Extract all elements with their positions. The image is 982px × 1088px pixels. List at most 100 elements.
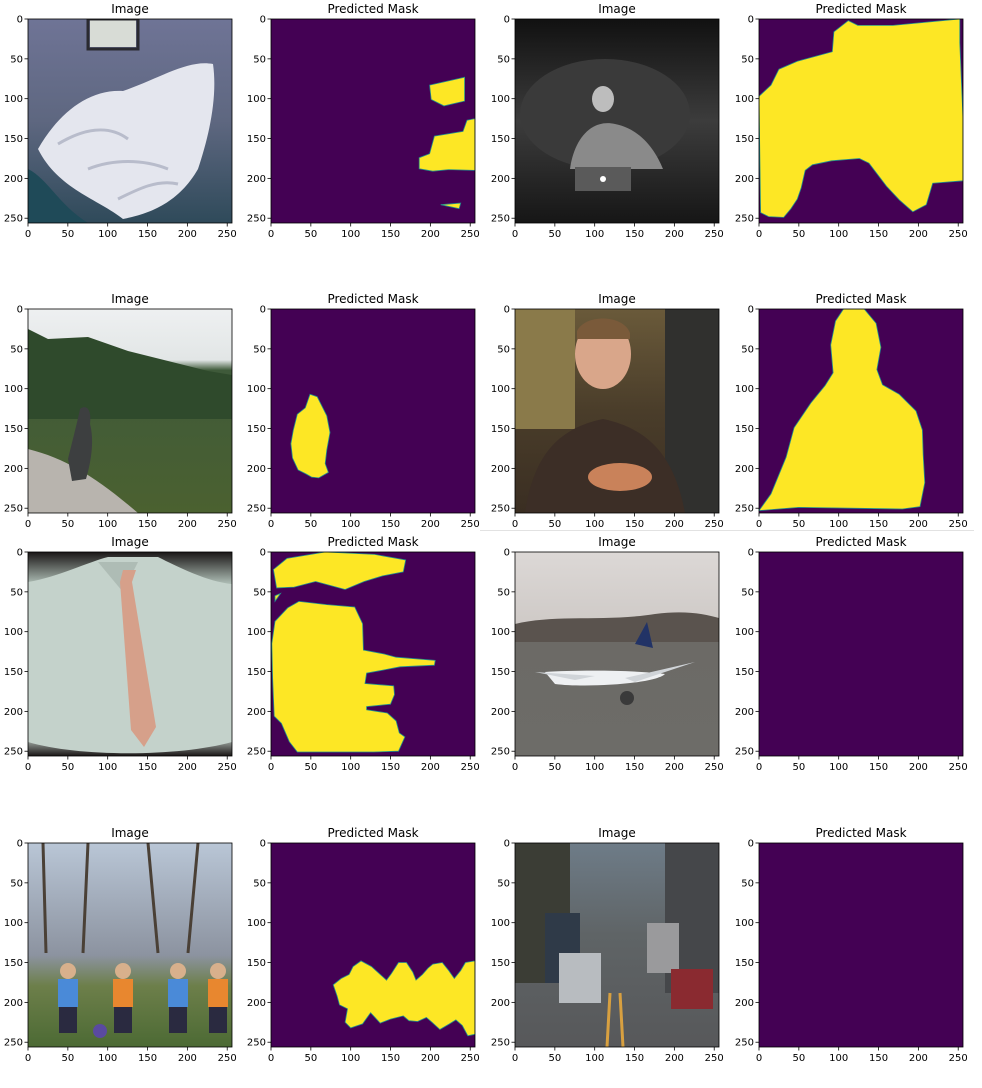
- y-tick-label: 0: [17, 15, 23, 26]
- x-tick-label: 250: [949, 519, 968, 530]
- y-tick-label: 150: [735, 424, 754, 435]
- mask-heatmap: [271, 552, 475, 756]
- x-tick-label: 100: [829, 1053, 848, 1064]
- mask-panel-8: Predicted Mask0 50 100 150 200 25005010015020…: [735, 292, 968, 530]
- y-tick-label: 100: [4, 627, 23, 638]
- mask-panel-12: Predicted Mask0 50 100 150 200 25005010015020…: [735, 535, 968, 773]
- x-tick-label: 50: [304, 1053, 317, 1064]
- x-tick-label: 50: [304, 519, 317, 530]
- y-tick-label: 0: [260, 839, 266, 850]
- x-tick-label: 150: [381, 762, 400, 773]
- x-tick-label: 250: [949, 1053, 968, 1064]
- x-tick-label: 50: [61, 229, 74, 240]
- x-tick-label: 0: [25, 1053, 31, 1064]
- panel-title: Predicted Mask: [815, 2, 906, 16]
- y-tick-label: 200: [247, 998, 266, 1009]
- x-tick-label: 250: [705, 762, 724, 773]
- y-tick-label: 250: [4, 214, 23, 225]
- y-tick-label: 250: [4, 504, 23, 515]
- x-tick-label: 150: [138, 519, 157, 530]
- y-tick-label: 150: [247, 958, 266, 969]
- mask-heatmap: [271, 843, 475, 1047]
- figure-separator-line: [480, 530, 974, 531]
- x-tick-label: 50: [548, 229, 561, 240]
- x-tick-label: 150: [869, 762, 888, 773]
- y-tick-label: 0: [260, 305, 266, 316]
- y-tick-label: 50: [497, 587, 510, 598]
- y-tick-label: 100: [247, 627, 266, 638]
- y-tick-label: 250: [491, 1038, 510, 1049]
- y-tick-label: 150: [491, 424, 510, 435]
- mask-heatmap: [759, 19, 963, 223]
- x-tick-label: 50: [304, 762, 317, 773]
- x-tick-label: 50: [792, 762, 805, 773]
- x-tick-label: 50: [548, 1053, 561, 1064]
- mask-heatmap: [759, 309, 963, 513]
- photo-image: [28, 843, 232, 1047]
- image-panel-7: Image0 50 100 150 200 250050100150200250: [491, 292, 724, 530]
- x-tick-label: 250: [949, 229, 968, 240]
- x-tick-label: 50: [792, 519, 805, 530]
- y-tick-label: 50: [10, 344, 23, 355]
- x-tick-label: 200: [178, 762, 197, 773]
- x-tick-label: 150: [138, 229, 157, 240]
- image-panel-3: Image0 50 100 150 200 250050100150200250: [491, 2, 724, 240]
- x-tick-label: 0: [756, 762, 762, 773]
- y-tick-label: 0: [748, 839, 754, 850]
- y-tick-label: 250: [247, 214, 266, 225]
- x-tick-label: 200: [178, 519, 197, 530]
- x-tick-label: 100: [98, 519, 117, 530]
- y-tick-label: 50: [497, 878, 510, 889]
- y-tick-label: 50: [497, 344, 510, 355]
- x-tick-label: 0: [268, 519, 274, 530]
- y-tick-label: 150: [4, 667, 23, 678]
- x-tick-label: 150: [869, 519, 888, 530]
- y-tick-label: 100: [4, 384, 23, 395]
- y-tick-label: 250: [491, 504, 510, 515]
- y-tick-label: 200: [247, 174, 266, 185]
- mask-heatmap: [271, 309, 475, 513]
- x-tick-label: 250: [218, 229, 237, 240]
- y-tick-label: 150: [491, 958, 510, 969]
- y-tick-label: 150: [735, 134, 754, 145]
- x-tick-label: 250: [461, 1053, 480, 1064]
- x-tick-label: 0: [756, 229, 762, 240]
- y-tick-label: 0: [17, 305, 23, 316]
- mask-panel-2: Predicted Mask0 50 100 150 200 25005010015020…: [247, 2, 480, 240]
- y-tick-label: 0: [260, 548, 266, 559]
- x-tick-label: 200: [909, 762, 928, 773]
- x-tick-label: 50: [61, 519, 74, 530]
- x-tick-label: 150: [869, 1053, 888, 1064]
- x-tick-label: 0: [25, 762, 31, 773]
- mask-panel-10: Predicted Mask0 50 100 150 200 25005010015020…: [247, 535, 480, 773]
- x-tick-label: 100: [829, 519, 848, 530]
- x-tick-label: 50: [548, 519, 561, 530]
- photo-image: [28, 309, 232, 513]
- y-tick-label: 50: [253, 878, 266, 889]
- x-tick-label: 0: [25, 229, 31, 240]
- panel-title: Image: [111, 535, 149, 549]
- y-tick-label: 0: [260, 15, 266, 26]
- x-tick-label: 250: [218, 1053, 237, 1064]
- x-tick-label: 200: [421, 519, 440, 530]
- y-tick-label: 100: [735, 94, 754, 105]
- y-tick-label: 200: [735, 464, 754, 475]
- y-tick-label: 250: [735, 214, 754, 225]
- panel-title: Predicted Mask: [815, 826, 906, 840]
- mask-panel-6: Predicted Mask0 50 100 150 200 25005010015020…: [247, 292, 480, 530]
- x-tick-label: 250: [705, 1053, 724, 1064]
- y-tick-label: 0: [17, 548, 23, 559]
- photo-image: [515, 552, 719, 756]
- y-tick-label: 0: [748, 548, 754, 559]
- x-tick-label: 200: [421, 229, 440, 240]
- x-tick-label: 150: [869, 229, 888, 240]
- x-tick-label: 150: [138, 1053, 157, 1064]
- x-tick-label: 50: [792, 229, 805, 240]
- y-tick-label: 50: [741, 587, 754, 598]
- panel-title: Predicted Mask: [327, 292, 418, 306]
- y-tick-label: 50: [253, 587, 266, 598]
- y-tick-label: 0: [748, 305, 754, 316]
- x-tick-label: 100: [98, 762, 117, 773]
- y-tick-label: 100: [491, 627, 510, 638]
- y-tick-label: 150: [247, 667, 266, 678]
